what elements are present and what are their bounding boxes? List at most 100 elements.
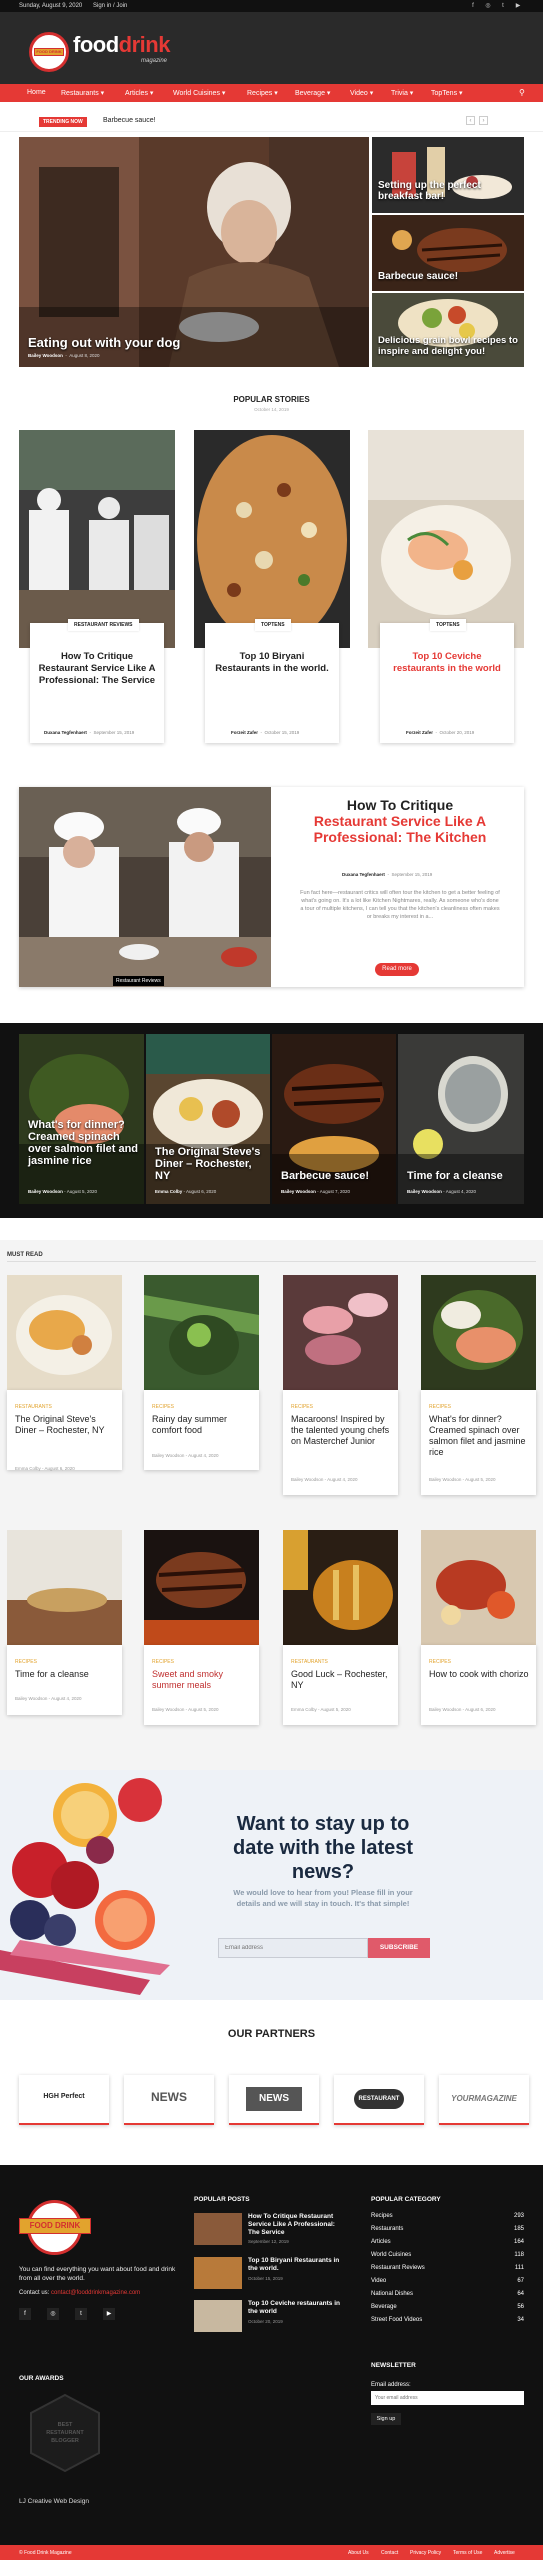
footer-cat-articles[interactable]: Articles: [371, 2239, 391, 2245]
nav-video[interactable]: Video ▾: [350, 89, 373, 97]
must-read-cat-4[interactable]: RECIPES: [429, 1404, 451, 1410]
gallery-item-2[interactable]: The Original Steve's Diner – Rochester, …: [146, 1034, 270, 1204]
footer-post-title-2[interactable]: Top 10 Biryani Restaurants in the world.: [248, 2257, 348, 2273]
must-read-item-7[interactable]: RESTAURANTS Good Luck – Rochester, NY Em…: [283, 1645, 398, 1725]
subscribe-button[interactable]: SUBSCRIBE: [368, 1938, 430, 1958]
popular-card-title-1[interactable]: How To Critique Restaurant Service Like …: [38, 651, 156, 687]
read-more-button[interactable]: Read more: [375, 963, 419, 976]
nav-articles[interactable]: Articles ▾: [125, 89, 153, 97]
footer-post-title-3[interactable]: Top 10 Ceviche restaurants in the world: [248, 2300, 348, 2316]
gallery-item-4[interactable]: Time for a cleanse Bailey Woodson - Augu…: [398, 1034, 524, 1204]
footer-cat-restaurants[interactable]: Restaurants: [371, 2226, 403, 2232]
footer-cat-video[interactable]: Video: [371, 2278, 386, 2284]
must-read-cat-3[interactable]: RECIPES: [291, 1404, 313, 1410]
must-read-image-4[interactable]: [421, 1275, 536, 1390]
popular-card-2[interactable]: TOPTENS Top 10 Biryani Restaurants in th…: [205, 619, 339, 743]
footer-link-privacy[interactable]: Privacy Policy: [410, 2550, 441, 2556]
nav-toptens[interactable]: TopTens ▾: [431, 89, 463, 97]
footer-twitter-icon[interactable]: t: [75, 2308, 87, 2320]
must-read-item-5[interactable]: RECIPES Time for a cleanse Bailey Woodso…: [7, 1645, 122, 1715]
hero-main-post[interactable]: Eating out with your dog Bailey Woodson …: [19, 137, 369, 367]
must-read-image-8[interactable]: [421, 1530, 536, 1645]
must-read-item-1[interactable]: RESTAURANTS The Original Steve's Diner –…: [7, 1390, 122, 1471]
hero-main-title[interactable]: Eating out with your dog: [28, 335, 180, 350]
trending-next-button[interactable]: ›: [479, 116, 488, 125]
popular-card-1[interactable]: RESTAURANT REVIEWS How To Critique Resta…: [30, 619, 164, 743]
facebook-icon[interactable]: f: [469, 2, 477, 10]
partner-logo-4[interactable]: RESTAURANT: [334, 2075, 424, 2125]
popular-card-image-2[interactable]: [194, 430, 350, 648]
footer-post-thumb-3[interactable]: [194, 2300, 242, 2332]
footer-cat-street-food-videos[interactable]: Street Food Videos: [371, 2317, 422, 2323]
must-read-item-8[interactable]: RECIPES How to cook with chorizo Bailey …: [421, 1645, 536, 1725]
must-read-image-1[interactable]: [7, 1275, 122, 1390]
must-read-cat-2[interactable]: RECIPES: [152, 1404, 174, 1410]
footer-link-advertise[interactable]: Advertise: [494, 2550, 515, 2556]
must-read-cat-7[interactable]: RESTAURANTS: [291, 1659, 328, 1665]
hero-side-title-3[interactable]: Delicious grain bowl recipes to inspire …: [378, 335, 523, 357]
must-read-title-8[interactable]: How to cook with chorizo: [429, 1669, 529, 1680]
nav-recipes[interactable]: Recipes ▾: [247, 89, 278, 97]
popular-card-title-3[interactable]: Top 10 Ceviche restaurants in the world: [388, 651, 506, 675]
must-read-title-3[interactable]: Macaroons! Inspired by the talented youn…: [291, 1414, 391, 1447]
footer-contact-email[interactable]: contact@fooddrinkmagazine.com: [51, 2290, 140, 2296]
trending-title[interactable]: Barbecue sauce!: [103, 117, 156, 124]
footer-post-thumb-1[interactable]: [194, 2213, 242, 2245]
must-read-cat-1[interactable]: RESTAURANTS: [15, 1404, 52, 1410]
gallery-title-4[interactable]: Time for a cleanse: [407, 1170, 503, 1182]
footer-cat-world-cuisines[interactable]: World Cuisines: [371, 2252, 411, 2258]
hero-side-post-3[interactable]: Delicious grain bowl recipes to inspire …: [372, 293, 524, 367]
site-logo[interactable]: FOOD DRINK fooddrink magazine: [29, 28, 170, 72]
popular-card-image-3[interactable]: [368, 430, 524, 648]
nav-trivia[interactable]: Trivia ▾: [391, 89, 413, 97]
hero-side-title-2[interactable]: Barbecue sauce!: [378, 271, 458, 282]
hero-side-post-2[interactable]: Barbecue sauce!: [372, 215, 524, 291]
footer-cat-recipes[interactable]: Recipes: [371, 2213, 393, 2219]
footer-cat-national-dishes[interactable]: National Dishes: [371, 2291, 413, 2297]
footer-post-title-1[interactable]: How To Critique Restaurant Service Like …: [248, 2213, 348, 2237]
partner-logo-3[interactable]: NEWS: [229, 2075, 319, 2125]
feature-title[interactable]: How To Critique Restaurant Service Like A…: [290, 797, 510, 845]
footer-cat-beverage[interactable]: Beverage: [371, 2304, 397, 2310]
hero-side-title-1[interactable]: Setting up the perfect breakfast bar!: [378, 180, 518, 202]
footer-credit[interactable]: LJ Creative Web Design: [19, 2498, 89, 2505]
footer-instagram-icon[interactable]: ◎: [47, 2308, 59, 2320]
partner-logo-2[interactable]: NEWS: [124, 2075, 214, 2125]
must-read-cat-8[interactable]: RECIPES: [429, 1659, 451, 1665]
must-read-item-4[interactable]: RECIPES What's for dinner? Creamed spina…: [421, 1390, 536, 1495]
must-read-image-6[interactable]: [144, 1530, 259, 1645]
footer-cat-restaurant-reviews[interactable]: Restaurant Reviews: [371, 2265, 425, 2271]
popular-card-image-1[interactable]: [19, 430, 175, 648]
partner-logo-5[interactable]: YOURMAGAZINE: [439, 2075, 529, 2125]
must-read-title-1[interactable]: The Original Steve's Diner – Rochester, …: [15, 1414, 115, 1436]
gallery-title-1[interactable]: What's for dinner?Creamed spinach over s…: [28, 1119, 143, 1167]
must-read-cat-5[interactable]: RECIPES: [15, 1659, 37, 1665]
popular-card-category-3[interactable]: TOPTENS: [430, 619, 466, 631]
footer-link-terms[interactable]: Terms of Use: [453, 2550, 482, 2556]
footer-email-input[interactable]: [371, 2391, 524, 2405]
footer-signup-button[interactable]: Sign up: [371, 2413, 401, 2425]
nav-beverage[interactable]: Beverage ▾: [295, 89, 330, 97]
must-read-image-5[interactable]: [7, 1530, 122, 1645]
signin-link[interactable]: Sign in / Join: [93, 3, 127, 9]
nav-restaurants[interactable]: Restaurants ▾: [61, 89, 104, 97]
gallery-title-3[interactable]: Barbecue sauce!: [281, 1170, 369, 1182]
must-read-image-3[interactable]: [283, 1275, 398, 1390]
trending-prev-button[interactable]: ‹: [466, 116, 475, 125]
must-read-title-7[interactable]: Good Luck – Rochester, NY: [291, 1669, 391, 1691]
partner-logo-1[interactable]: HGH Perfect: [19, 2075, 109, 2125]
must-read-title-2[interactable]: Rainy day summer comfort food: [152, 1414, 252, 1436]
footer-facebook-icon[interactable]: f: [19, 2308, 31, 2320]
must-read-item-3[interactable]: RECIPES Macaroons! Inspired by the talen…: [283, 1390, 398, 1495]
gallery-item-1[interactable]: What's for dinner?Creamed spinach over s…: [19, 1034, 144, 1204]
footer-link-contact[interactable]: Contact: [381, 2550, 398, 2556]
popular-card-category-1[interactable]: RESTAURANT REVIEWS: [68, 619, 139, 631]
footer-link-about[interactable]: About Us: [348, 2550, 369, 2556]
popular-card-3[interactable]: TOPTENS Top 10 Ceviche restaurants in th…: [380, 619, 514, 743]
youtube-icon[interactable]: ▶: [514, 2, 522, 10]
newsletter-email-input[interactable]: [218, 1938, 368, 1958]
instagram-icon[interactable]: ◎: [484, 2, 492, 10]
must-read-image-2[interactable]: [144, 1275, 259, 1390]
hero-side-post-1[interactable]: Setting up the perfect breakfast bar!: [372, 137, 524, 213]
gallery-item-3[interactable]: Barbecue sauce! Bailey Woodson - August …: [272, 1034, 396, 1204]
